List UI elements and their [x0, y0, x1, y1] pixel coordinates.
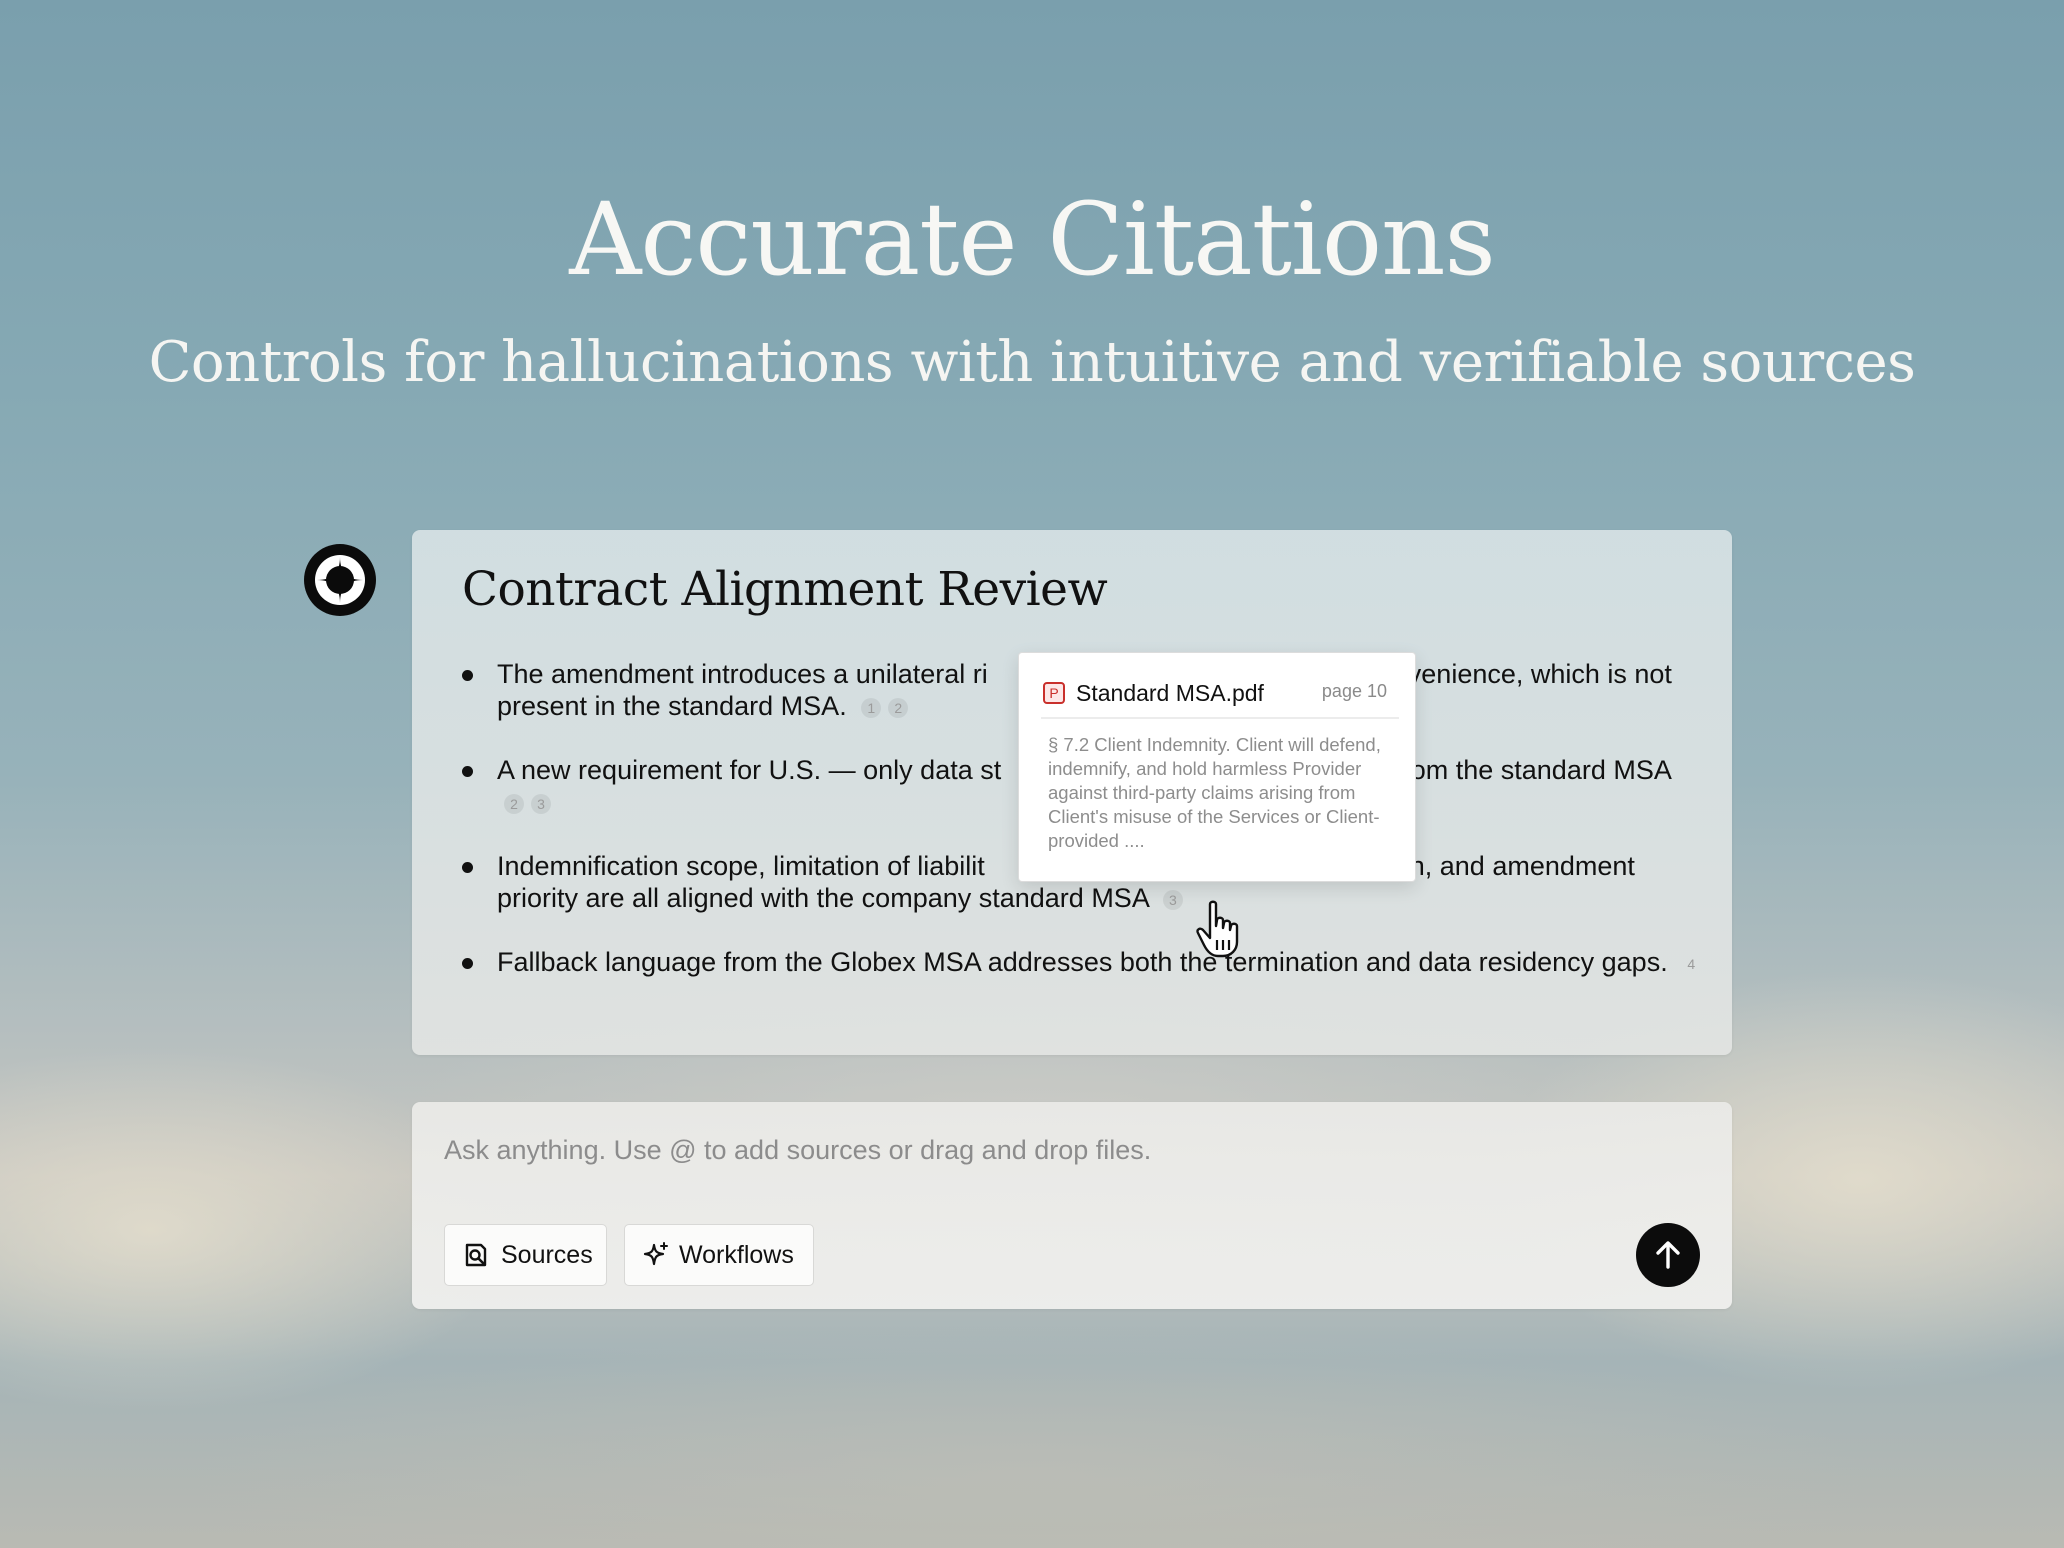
bullet-dot	[462, 862, 473, 873]
popover-page-number: page 10	[1321, 681, 1387, 701]
search-document-icon	[465, 1243, 487, 1267]
bullet-text: The amendment introduces a unilateral ri	[497, 659, 988, 689]
send-button[interactable]	[1636, 1223, 1700, 1287]
workflows-button[interactable]: Workflows	[624, 1224, 814, 1286]
pdf-icon: P	[1043, 682, 1065, 704]
chat-input[interactable]	[444, 1132, 1644, 1168]
citation-marker[interactable]: 2	[504, 794, 524, 814]
hero-subtitle: Controls for hallucinations with intuiti…	[148, 330, 1916, 395]
review-title: Contract Alignment Review	[462, 562, 1108, 617]
bullet-dot	[462, 958, 473, 969]
sparkle-icon	[643, 1242, 668, 1266]
list-item: Fallback language from the Globex MSA ad…	[454, 946, 1704, 978]
popover-file-name[interactable]: Standard MSA.pdf	[1076, 678, 1264, 708]
bullet-dot	[462, 766, 473, 777]
popover-divider	[1041, 717, 1399, 719]
hero-title: Accurate Citations	[569, 181, 1496, 298]
workflows-label: Workflows	[679, 1241, 794, 1269]
bullet-text: Indemnification scope, limitation of lia…	[497, 851, 985, 881]
assistant-logo-icon	[315, 555, 365, 605]
bullet-text: Fallback language from the Globex MSA ad…	[497, 947, 1668, 977]
citation-popover[interactable]: P Standard MSA.pdf page 10 § 7.2 Client …	[1018, 652, 1416, 882]
citation-marker[interactable]: 3	[531, 794, 551, 814]
citation-marker[interactable]: 2	[888, 698, 909, 718]
hand-cursor-icon	[1196, 900, 1239, 958]
sources-button[interactable]: Sources	[444, 1224, 607, 1286]
chat-composer: Sources Workflows	[412, 1102, 1732, 1309]
popover-excerpt: § 7.2 Client Indemnity. Client will defe…	[1048, 734, 1381, 851]
bullet-text: A new requirement for U.S. — only data s…	[497, 755, 1002, 785]
citation-marker[interactable]: 1	[861, 698, 882, 718]
bullet-dot	[462, 670, 473, 681]
sources-label: Sources	[501, 1241, 593, 1269]
arrow-up-icon	[1656, 1241, 1680, 1269]
citation-marker[interactable]: 4	[1681, 954, 1701, 974]
citation-marker-hovered[interactable]: 3	[1162, 890, 1183, 910]
bullet-text-continued: t from the standard MSA	[1379, 755, 1671, 785]
assistant-avatar	[304, 544, 376, 616]
